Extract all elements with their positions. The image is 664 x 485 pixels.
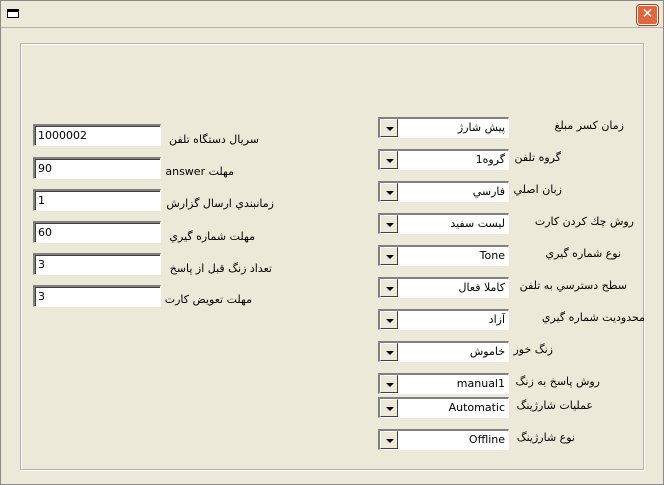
charging-operation-dropdown-arrow-icon[interactable] [380,399,398,417]
rings-before-answer-input[interactable]: 3 [33,253,161,275]
answer-method-label: روش پاسخ به زنگ [515,375,600,388]
answer-method-dropdown-arrow-icon[interactable] [380,375,398,393]
charging-type-dropdown-arrow-icon[interactable] [380,431,398,449]
charging-operation-label: عمليات شارژينگ [516,399,593,412]
dial-type-label: نوع شماره گيري [545,247,621,260]
dial-restriction-value: آزاد [488,313,505,326]
main-language-dropdown-arrow-icon[interactable] [380,183,398,201]
ringer-dropdown-arrow-icon[interactable] [380,343,398,361]
card-check-method-label: روش چك كردن كارت [534,215,634,228]
answer-timeout-label: مهلت answer [165,165,234,178]
phone-group-label: گروه تلفن [514,151,561,164]
dial-restriction-dropdown-arrow-icon[interactable] [380,311,398,329]
main-language-label: زبان اصلي [513,183,562,196]
title-bar[interactable]: ✕ [1,1,663,28]
charge-time-dropdown-arrow-icon[interactable] [380,119,398,137]
dial-type-dropdown-arrow-icon[interactable] [380,247,398,265]
dial-restriction-label: محدوديت شماره گيري [541,311,645,324]
charge-time-value: پيش شارژ [457,121,505,134]
dial-timeout-input[interactable]: 60 [33,221,161,243]
charge-time-select[interactable]: پيش شارژ [378,117,509,138]
answer-method-select[interactable]: manual1 [378,373,509,394]
phone-serial-input[interactable]: 1000002 [33,124,161,146]
window-icon[interactable] [7,9,19,18]
dial-restriction-select[interactable]: آزاد [378,309,509,330]
card-change-timeout-label: مهلت تعويض كارت [164,293,252,306]
ringer-select[interactable]: خاموش [378,341,509,362]
charging-type-label: نوع شارژينگ [516,431,575,444]
rings-before-answer-label: تعداد زنگ قبل از پاسخ [169,262,272,275]
charging-type-select[interactable]: Offline [378,429,509,450]
phone-access-level-dropdown-arrow-icon[interactable] [380,279,398,297]
ringer-value: خاموش [469,345,505,358]
phone-group-value: گروه1 [475,153,505,166]
answer-method-value: manual1 [456,377,505,390]
phone-access-level-label: سطح دسترسي به تلفن [519,279,627,292]
card-check-method-value: ليست سفيد [450,217,505,230]
charging-operation-select[interactable]: Automatic [378,397,509,418]
phone-access-level-value: كاملا فعال [458,281,505,294]
charging-type-value: Offline [468,433,505,446]
dial-timeout-label: مهلت شماره گيري [169,230,255,243]
card-check-method-dropdown-arrow-icon[interactable] [380,215,398,233]
report-schedule-input[interactable]: 1 [33,189,161,211]
phone-access-level-select[interactable]: كاملا فعال [378,277,509,298]
answer-timeout-input[interactable]: 90 [33,157,161,179]
close-button[interactable]: ✕ [637,5,658,25]
dial-type-select[interactable]: Tone [378,245,509,266]
main-language-select[interactable]: فارسي [378,181,509,202]
charge-time-label: زمان كسر مبلغ [554,119,624,132]
phone-group-select[interactable]: گروه1 [378,149,509,170]
ringer-label: زنگ خور [513,343,553,356]
report-schedule-label: زمانبندي ارسال گزارش [166,197,274,210]
main-language-value: فارسي [472,185,505,198]
charging-operation-value: Automatic [448,401,505,414]
card-change-timeout-input[interactable]: 3 [33,285,161,307]
phone-group-dropdown-arrow-icon[interactable] [380,151,398,169]
phone-serial-label: سريال دستگاه تلفن [169,133,259,146]
card-check-method-select[interactable]: ليست سفيد [378,213,509,234]
dial-type-value: Tone [479,249,505,262]
